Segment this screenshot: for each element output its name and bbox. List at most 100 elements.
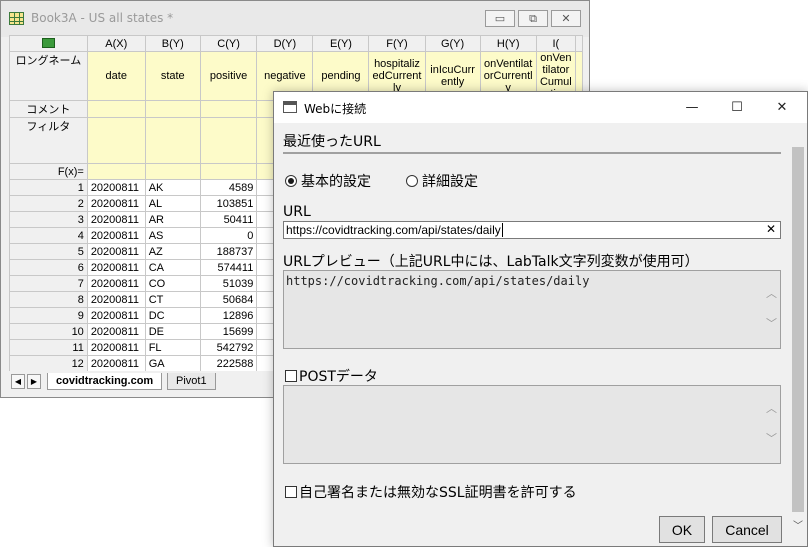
cell-positive[interactable]: 15699 [199,323,258,340]
column-header[interactable]: A(X) [86,35,146,52]
column-header[interactable]: C(Y) [199,35,258,52]
allow-ssl-checkbox[interactable]: 自己署名または無効なSSL証明書を許可する [285,482,577,502]
formula-cell[interactable] [144,163,201,180]
formula-cell[interactable] [199,163,258,180]
cell-state[interactable]: CT [144,291,201,308]
row-number[interactable]: 11 [9,339,88,356]
scroll-down-icon[interactable]: ﹀ [790,516,806,532]
cell-state[interactable]: AS [144,227,201,244]
radio-basic-settings[interactable]: 基本的設定 [285,171,371,191]
cell-state[interactable]: DC [144,307,201,324]
restore-button[interactable]: ⧉ [518,10,548,27]
column-header[interactable]: F(Y) [368,35,426,52]
close-button[interactable]: ✕ [762,96,802,118]
cell-positive[interactable]: 4589 [199,179,258,196]
dialog-titlebar[interactable]: Webに接続 — ☐ ✕ [274,92,807,123]
cell-state[interactable]: AZ [144,243,201,260]
recent-url-section-title[interactable]: 最近使ったURL [283,131,381,151]
scroll-down-icon[interactable]: ﹀ [766,430,777,446]
cell-positive[interactable]: 103851 [199,195,258,212]
row-number[interactable]: 3 [9,211,88,228]
cell-date[interactable]: 20200811 [86,195,146,212]
row-number[interactable]: 2 [9,195,88,212]
row-number[interactable]: 9 [9,307,88,324]
column-header[interactable]: H(Y) [479,35,537,52]
cell-positive[interactable]: 50684 [199,291,258,308]
column-header[interactable] [575,35,583,52]
url-preview-textarea[interactable]: https://covidtracking.com/api/states/dai… [283,270,781,349]
cell-date[interactable]: 20200811 [86,275,146,292]
cell-state[interactable]: AL [144,195,201,212]
cell-state[interactable]: AK [144,179,201,196]
dialog-scrollbar[interactable]: ︿ ﹀ [790,125,806,536]
cell-date[interactable]: 20200811 [86,259,146,276]
cell-date[interactable]: 20200811 [86,355,146,371]
cell-positive[interactable]: 51039 [199,275,258,292]
scroll-thumb[interactable] [792,147,804,512]
grid-corner[interactable] [9,35,88,52]
workbook-titlebar[interactable]: Book3A - US all states * ▭ ⧉ ✕ [1,1,589,37]
column-header[interactable]: I( [535,35,577,52]
cell-positive[interactable]: 574411 [199,259,258,276]
filter-cell[interactable] [199,117,258,164]
post-scrollbar[interactable]: ︿ ﹀ [762,386,780,463]
cell-date[interactable]: 20200811 [86,291,146,308]
longname-cell[interactable]: positive [199,51,258,101]
url-input[interactable]: https://covidtracking.com/api/states/dai… [283,221,781,239]
cell-date[interactable]: 20200811 [86,227,146,244]
tab-next-arrow-icon[interactable]: ▶ [27,374,41,389]
scroll-up-icon[interactable]: ︿ [766,400,777,416]
minimize-button[interactable]: — [672,96,712,118]
comment-cell[interactable] [144,100,201,118]
cancel-button[interactable]: Cancel [712,516,782,543]
preview-scrollbar[interactable]: ︿ ﹀ [762,271,780,348]
cell-date[interactable]: 20200811 [86,307,146,324]
column-header[interactable]: G(Y) [424,35,481,52]
column-header[interactable]: B(Y) [144,35,201,52]
cell-state[interactable]: GA [144,355,201,371]
cell-positive[interactable]: 188737 [199,243,258,260]
minimize-button[interactable]: ▭ [485,10,515,27]
row-number[interactable]: 5 [9,243,88,260]
row-number[interactable]: 7 [9,275,88,292]
maximize-button[interactable]: ☐ [717,96,757,118]
tab-prev-arrow-icon[interactable]: ◀ [11,374,25,389]
longname-cell[interactable]: date [86,51,146,101]
radio-advanced-settings[interactable]: 詳細設定 [406,171,478,191]
close-button[interactable]: ✕ [551,10,581,27]
connect-web-dialog[interactable]: Webに接続 — ☐ ✕ 最近使ったURL 基本的設定 詳細設定 URL htt… [273,91,808,547]
cell-positive[interactable]: 50411 [199,211,258,228]
cell-date[interactable]: 20200811 [86,179,146,196]
cell-date[interactable]: 20200811 [86,323,146,340]
cell-state[interactable]: DE [144,323,201,340]
sheet-tab-pivot1[interactable]: Pivot1 [167,373,216,390]
column-header[interactable]: D(Y) [256,35,314,52]
cell-date[interactable]: 20200811 [86,339,146,356]
ok-button[interactable]: OK [659,516,705,543]
row-number[interactable]: 10 [9,323,88,340]
comment-cell[interactable] [199,100,258,118]
cell-date[interactable]: 20200811 [86,211,146,228]
cell-state[interactable]: CA [144,259,201,276]
longname-cell[interactable]: state [144,51,201,101]
sheet-tab-covidtracking[interactable]: covidtracking.com [47,373,163,390]
filter-cell[interactable] [144,117,201,164]
cell-positive[interactable]: 0 [199,227,258,244]
post-data-textarea[interactable]: ︿ ﹀ [283,385,781,464]
row-number[interactable]: 4 [9,227,88,244]
column-header[interactable]: E(Y) [312,35,370,52]
cell-positive[interactable]: 542792 [199,339,258,356]
cell-positive[interactable]: 222588 [199,355,258,371]
row-number[interactable]: 1 [9,179,88,196]
scroll-up-icon[interactable]: ︿ [766,285,777,301]
comment-cell[interactable] [86,100,146,118]
filter-cell[interactable] [86,117,146,164]
clear-icon[interactable]: ✕ [766,222,776,236]
cell-state[interactable]: FL [144,339,201,356]
formula-cell[interactable] [86,163,146,180]
row-number[interactable]: 12 [9,355,88,371]
cell-state[interactable]: CO [144,275,201,292]
post-data-checkbox[interactable]: POSTデータ [285,366,378,386]
cell-date[interactable]: 20200811 [86,243,146,260]
row-number[interactable]: 8 [9,291,88,308]
